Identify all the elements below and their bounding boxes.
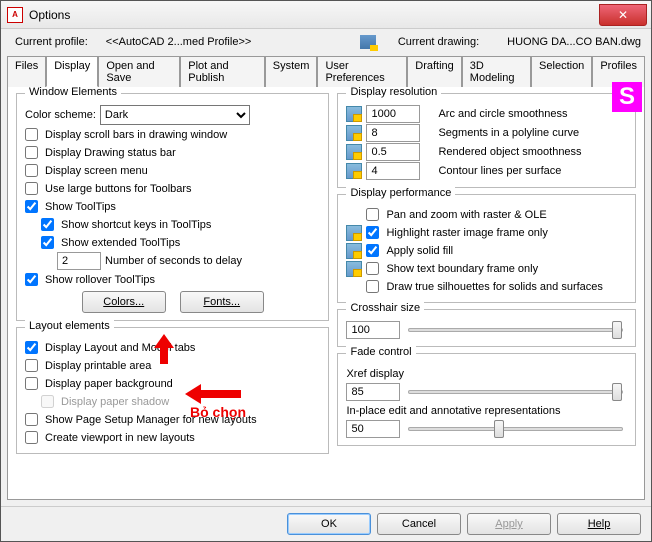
checkbox-printable-area[interactable] [25,359,38,372]
seconds-delay-input[interactable] [57,252,101,270]
label-paper-shadow: Display paper shadow [61,396,169,408]
ok-button[interactable]: OK [287,513,371,535]
crosshair-size-slider[interactable] [408,328,623,332]
label-scrollbars: Display scroll bars in drawing window [45,129,227,141]
label-arc-smoothness: Arc and circle smoothness [438,108,567,120]
inplace-edit-slider[interactable] [408,427,623,431]
label-extended-tooltips: Show extended ToolTips [61,237,180,249]
label-true-silhouettes: Draw true silhouettes for solids and sur… [386,281,602,293]
xref-display-slider[interactable] [408,390,623,394]
label-tooltips: Show ToolTips [45,201,116,213]
contour-lines-input[interactable] [366,162,420,180]
color-scheme-select[interactable]: Dark [100,105,250,125]
dwg-icon [346,106,362,122]
checkbox-create-viewport[interactable] [25,431,38,444]
dwg-icon [346,125,362,141]
tab-selection[interactable]: Selection [531,56,592,87]
checkbox-statusbar[interactable] [25,146,38,159]
arc-smoothness-input[interactable] [366,105,420,123]
label-pan-zoom-raster: Pan and zoom with raster & OLE [386,209,546,221]
checkbox-true-silhouettes[interactable] [366,280,379,293]
display-resolution-legend: Display resolution [346,86,441,98]
label-rollover-tooltips: Show rollover ToolTips [45,274,155,286]
app-icon: A [7,7,23,23]
label-largebuttons: Use large buttons for Toolbars [45,183,192,195]
checkbox-shortcut-keys[interactable] [41,218,54,231]
label-create-viewport: Create viewport in new layouts [45,432,195,444]
apply-button[interactable]: Apply [467,513,551,535]
rendered-smoothness-input[interactable] [366,143,420,161]
drawing-icon [360,35,376,49]
crosshair-size-input[interactable] [346,321,400,339]
label-solid-fill: Apply solid fill [386,245,453,257]
watermark-icon: S [612,82,642,112]
dwg-icon [346,261,362,277]
tab-plot-publish[interactable]: Plot and Publish [180,56,265,87]
checkbox-solid-fill[interactable] [366,244,379,257]
fonts-button[interactable]: Fonts... [180,291,264,313]
label-screenmenu: Display screen menu [45,165,148,177]
current-profile-value: <<AutoCAD 2...med Profile>> [106,36,252,48]
xref-display-input[interactable] [346,383,400,401]
window-title: Options [29,8,70,22]
window-elements-legend: Window Elements [25,86,121,98]
layout-elements-legend: Layout elements [25,320,114,332]
label-layout-model-tabs: Display Layout and Model tabs [45,342,195,354]
cancel-button[interactable]: Cancel [377,513,461,535]
tab-3d-modeling[interactable]: 3D Modeling [462,56,531,87]
tab-drafting[interactable]: Drafting [407,56,462,87]
label-xref-display: Xref display [346,368,403,380]
colors-button[interactable]: Colors... [82,291,166,313]
label-statusbar: Display Drawing status bar [45,147,176,159]
checkbox-pan-zoom-raster[interactable] [366,208,379,221]
checkbox-screenmenu[interactable] [25,164,38,177]
label-text-boundary: Show text boundary frame only [386,263,538,275]
checkbox-paper-background[interactable] [25,377,38,390]
checkbox-rollover-tooltips[interactable] [25,273,38,286]
tab-system[interactable]: System [265,56,318,87]
tab-display[interactable]: Display [46,56,98,87]
label-printable-area: Display printable area [45,360,151,372]
label-seconds-delay: Number of seconds to delay [105,255,242,267]
color-scheme-label: Color scheme: [25,109,96,121]
display-performance-legend: Display performance [346,187,455,199]
checkbox-highlight-raster[interactable] [366,226,379,239]
tab-files[interactable]: Files [7,56,46,87]
inplace-edit-input[interactable] [346,420,400,438]
label-shortcut-keys: Show shortcut keys in ToolTips [61,219,211,231]
label-polyline-segments: Segments in a polyline curve [438,127,579,139]
label-contour-lines: Contour lines per surface [438,165,561,177]
dwg-icon [346,243,362,259]
tab-user-pref[interactable]: User Preferences [317,56,407,87]
checkbox-largebuttons[interactable] [25,182,38,195]
polyline-segments-input[interactable] [366,124,420,142]
label-page-setup-manager: Show Page Setup Manager for new layouts [45,414,257,426]
label-inplace-edit: In-place edit and annotative representat… [346,405,560,417]
checkbox-page-setup-manager[interactable] [25,413,38,426]
tab-open-save[interactable]: Open and Save [98,56,180,87]
checkbox-tooltips[interactable] [25,200,38,213]
crosshair-size-legend: Crosshair size [346,302,424,314]
checkbox-text-boundary[interactable] [366,262,379,275]
checkbox-paper-shadow [41,395,54,408]
help-button[interactable]: Help [557,513,641,535]
current-profile-label: Current profile: [15,36,88,48]
checkbox-extended-tooltips[interactable] [41,236,54,249]
close-button[interactable]: ✕ [599,4,647,26]
label-rendered-smoothness: Rendered object smoothness [438,146,581,158]
label-highlight-raster: Highlight raster image frame only [386,227,547,239]
dwg-icon [346,225,362,241]
dwg-icon [346,163,362,179]
current-drawing-value: HUONG DA...CO BAN.dwg [507,36,641,48]
checkbox-scrollbars[interactable] [25,128,38,141]
fade-control-legend: Fade control [346,346,415,358]
checkbox-layout-model-tabs[interactable] [25,341,38,354]
label-paper-background: Display paper background [45,378,173,390]
dwg-icon [346,144,362,160]
current-drawing-label: Current drawing: [398,36,479,48]
